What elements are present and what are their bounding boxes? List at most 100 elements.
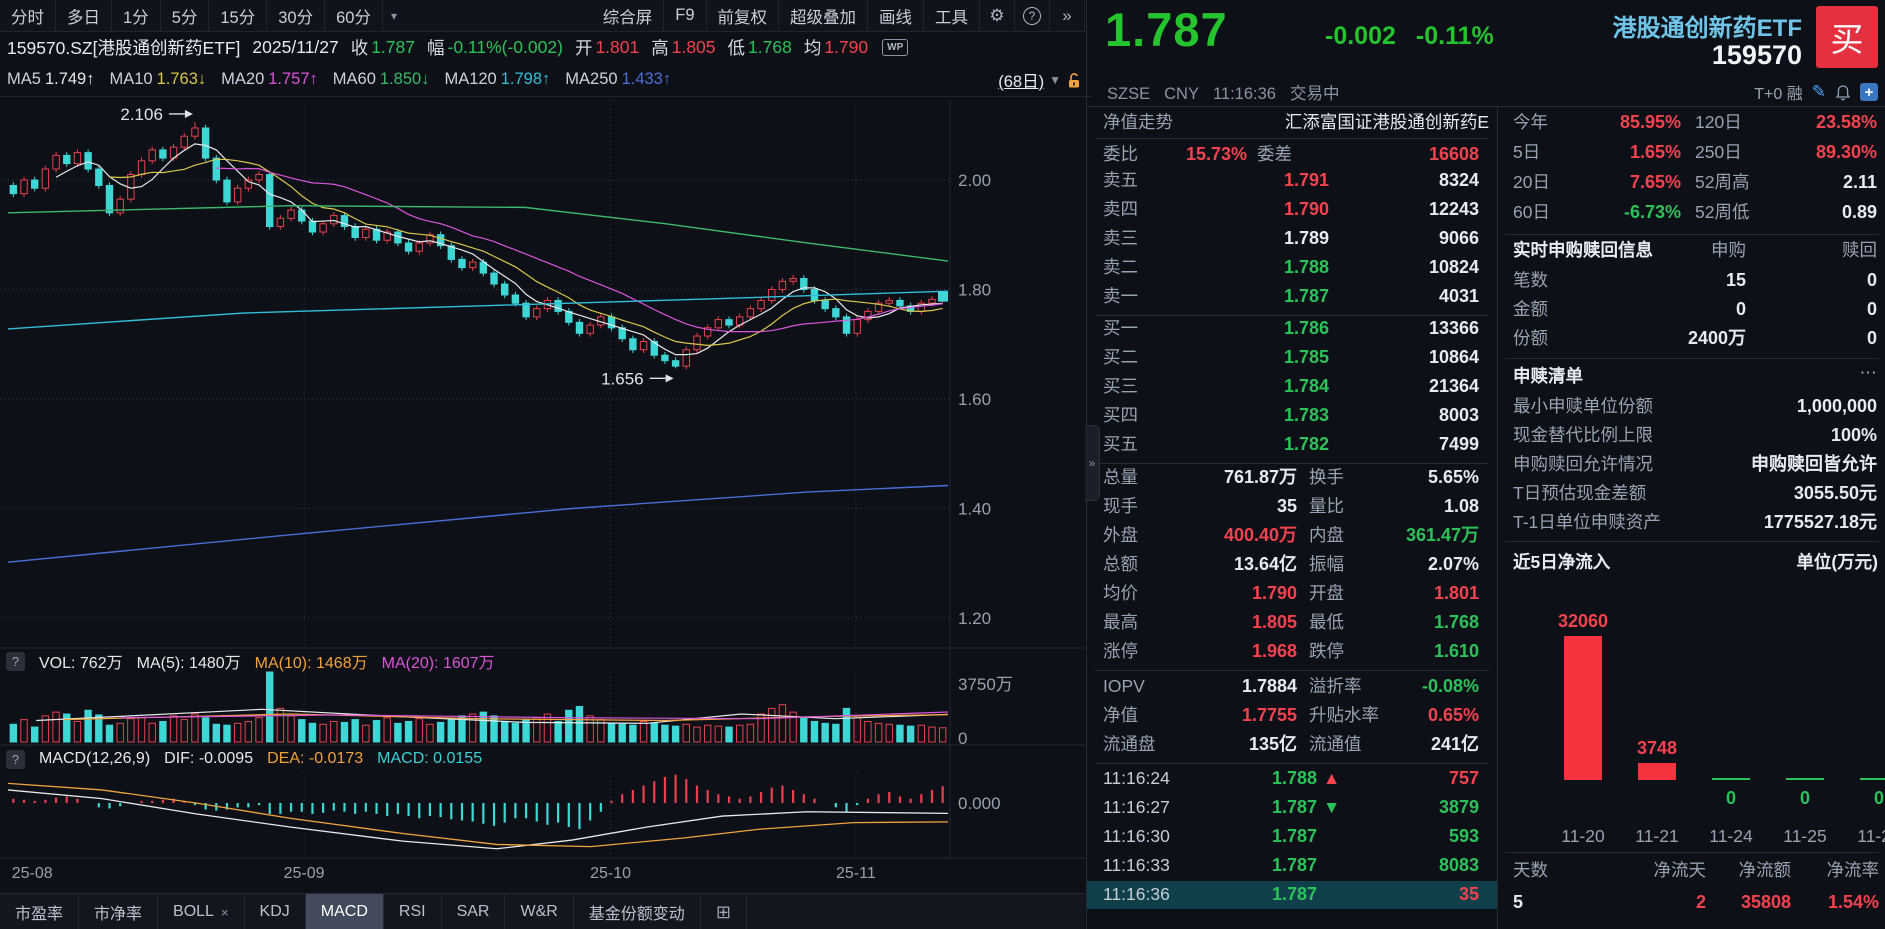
toolbar-period-1分[interactable]: 1分 [112,0,161,31]
panel-expander[interactable]: » [1085,425,1100,501]
ask-price[interactable]: 1.787 [1187,286,1329,307]
tick-price[interactable]: 1.787 [1177,797,1317,818]
sr-row-label: 最小申赎单位份额 [1513,396,1653,416]
sr-row-label: 现金替代比例上限 [1513,425,1653,445]
ask-level-label[interactable]: 卖四 [1103,199,1138,219]
tab-RSI[interactable]: RSI [384,894,442,929]
info-seg-1: 2025/11/27 [252,37,338,58]
perf-label: 60日 [1513,202,1550,222]
range-caret-icon[interactable]: ▼ [1049,73,1061,87]
stat-label: 外盘 [1103,525,1138,545]
ask-level-label[interactable]: 卖二 [1103,257,1138,277]
tab-BOLL[interactable]: BOLL× [158,894,245,929]
tick-time[interactable]: 11:16:33 [1103,855,1170,875]
toolbar-period-30分[interactable]: 30分 [267,0,325,31]
stat-value: 1.805 [1157,612,1297,633]
wp-icon[interactable]: WP [882,39,908,56]
visible-range-label[interactable]: (68日) [998,68,1044,92]
lock-icon[interactable] [1066,71,1082,89]
tab-W&R[interactable]: W&R [505,894,573,929]
add-indicator-icon[interactable]: ⊞ [701,894,747,929]
bid-price[interactable]: 1.784 [1187,376,1329,397]
tab-基金份额变动[interactable]: 基金份额变动 [574,894,701,929]
bid-price[interactable]: 1.783 [1187,405,1329,426]
more-icon[interactable]: ⋯ [1807,362,1877,382]
tick-time[interactable]: 11:16:27 [1103,797,1170,817]
ma-value-MA120: 1.798↑ [501,70,551,89]
toolbar-action-F9[interactable]: F9 [664,0,706,31]
toolbar-period-15分[interactable]: 15分 [209,0,267,31]
weicha-label: 委差 [1257,144,1292,164]
tick-price[interactable]: 1.787 [1177,855,1317,876]
tick-time[interactable]: 11:16:36 [1103,884,1170,904]
toolbar-action-超级叠加[interactable]: 超级叠加 [779,0,868,31]
bid-price[interactable]: 1.786 [1187,318,1329,339]
period-dropdown-icon[interactable]: ▾ [383,9,405,23]
bid-price[interactable]: 1.785 [1187,347,1329,368]
tick-price[interactable]: 1.788 [1177,768,1317,789]
toolbar-action-前复权[interactable]: 前复权 [707,0,780,31]
ask-price[interactable]: 1.788 [1187,257,1329,278]
tab-MACD[interactable]: MACD [306,894,384,929]
svg-text:1.656: 1.656 [601,369,644,388]
perf-value: 2.11 [1747,172,1877,193]
help-icon[interactable]: ? [6,652,25,671]
kline-chart[interactable]: 2.001.801.601.401.203750万00.0002.1061.65… [0,0,1086,929]
stat-label: 最低 [1309,612,1344,632]
ask-price[interactable]: 1.791 [1187,170,1329,191]
tick-time[interactable]: 11:16:24 [1103,768,1170,788]
ask-price[interactable]: 1.790 [1187,199,1329,220]
flow-bar [1638,763,1676,780]
bid-level-label[interactable]: 买四 [1103,405,1138,425]
perf-label: 250日 [1695,142,1742,162]
trade-badges: T+0 融 [1754,80,1802,104]
tick-time[interactable]: 11:16:30 [1103,826,1170,846]
toolbar-action-综合屏[interactable]: 综合屏 [592,0,665,31]
ask-price[interactable]: 1.789 [1187,228,1329,249]
tick-price[interactable]: 1.787 [1177,826,1317,847]
toolbar-action-工具[interactable]: 工具 [924,0,980,31]
close-icon[interactable]: × [221,905,229,920]
toolbar-period-60分[interactable]: 60分 [325,0,383,31]
tick-volume: 593 [1337,826,1479,847]
bid-price[interactable]: 1.782 [1187,434,1329,455]
help-icon[interactable]: ? [1015,0,1050,31]
bid-level-label[interactable]: 买二 [1103,347,1138,367]
tab-KDJ[interactable]: KDJ [245,894,306,929]
toolbar-action-画线[interactable]: 画线 [868,0,924,31]
stat-value: 1.801 [1373,583,1479,604]
perf-value: 7.65% [1587,172,1681,193]
tab-SAR[interactable]: SAR [442,894,506,929]
tab-市净率[interactable]: 市净率 [79,894,158,929]
edit-icon[interactable]: ✎ [1812,82,1826,102]
stat-value: 1.7884 [1157,676,1297,697]
more-chevron-icon[interactable]: » [1050,0,1085,31]
toolbar-period-5分[interactable]: 5分 [161,0,210,31]
bid-level-label[interactable]: 买三 [1103,376,1138,396]
trade-badges-row: T+0 融 ✎ + [1754,80,1878,104]
bid-level-label[interactable]: 买五 [1103,434,1138,454]
bid-level-label[interactable]: 买一 [1103,318,1138,338]
stat-label: 净值 [1103,705,1138,725]
settings-gear-icon[interactable]: ⚙ [980,0,1015,31]
buy-button[interactable]: 买 [1816,6,1878,68]
bell-icon[interactable] [1835,84,1851,101]
stat-label: 涨停 [1103,641,1138,661]
help-icon[interactable]: ? [6,750,25,769]
ask-level-label[interactable]: 卖一 [1103,286,1138,306]
ma-label-MA120: MA120 [444,70,496,89]
perf-label: 20日 [1513,172,1550,192]
toolbar-period-多日[interactable]: 多日 [56,0,112,31]
tab-市盈率[interactable]: 市盈率 [0,894,79,929]
stat-value: 13.64亿 [1157,554,1297,575]
stat-value: 1.968 [1157,641,1297,662]
ask-level-label[interactable]: 卖五 [1103,170,1138,190]
tick-price[interactable]: 1.787 [1177,884,1317,905]
market-status-row: SZSECNY11:16:36交易中 [1107,80,1353,104]
toolbar-period-分时[interactable]: 分时 [0,0,56,31]
weibi-value: 15.73% [1147,144,1247,165]
ask-level-label[interactable]: 卖三 [1103,228,1138,248]
add-icon[interactable]: + [1860,83,1878,101]
quote-time: 11:16:36 [1213,85,1276,103]
nav-trend-label[interactable]: 净值走势 [1103,112,1173,132]
